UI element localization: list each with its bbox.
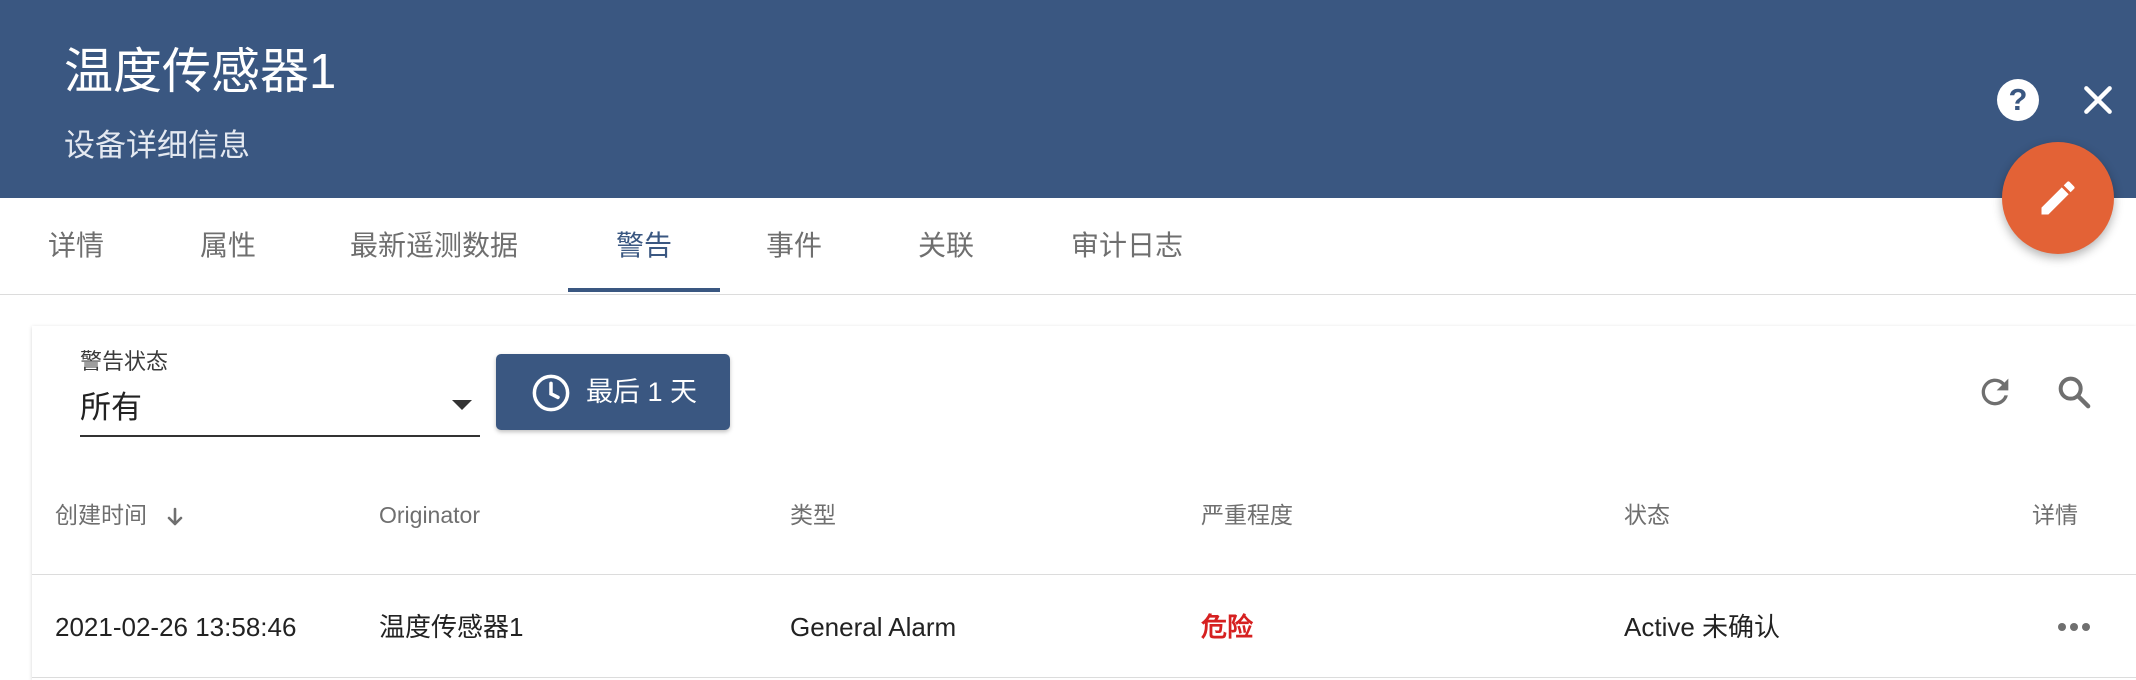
row-divider [32, 677, 2136, 678]
tab-latest-telemetry[interactable]: 最新遥测数据 [334, 198, 534, 294]
tab-alarms[interactable]: 警告 [568, 198, 720, 294]
time-window-label: 最后 1 天 [586, 377, 698, 407]
tab-relations[interactable]: 关联 [900, 198, 992, 294]
tab-events[interactable]: 事件 [748, 198, 840, 294]
page-subtitle: 设备详细信息 [64, 128, 250, 163]
cell-status: Active 未确认 [1624, 612, 1781, 642]
column-header-created-time[interactable]: 创建时间 [55, 498, 187, 532]
row-divider [32, 574, 2136, 575]
page-title: 温度传感器1 [64, 45, 337, 99]
column-header-originator[interactable]: Originator [379, 498, 480, 532]
arrow-down-icon[interactable] [163, 505, 187, 529]
tab-audit-logs[interactable]: 审计日志 [1052, 198, 1202, 294]
dialog-header: 温度传感器1 设备详细信息 ? [0, 0, 2136, 198]
time-window-button[interactable]: 最后 1 天 [496, 354, 730, 430]
active-tab-indicator [568, 288, 720, 292]
search-icon[interactable] [2054, 372, 2094, 412]
tab-attributes[interactable]: 属性 [182, 198, 274, 294]
chevron-down-icon[interactable] [452, 400, 472, 410]
select-underline [80, 435, 480, 437]
column-header-type[interactable]: 类型 [790, 498, 836, 532]
tab-details[interactable]: 详情 [30, 198, 122, 294]
column-header-status[interactable]: 状态 [1624, 498, 1670, 532]
cell-severity: 危险 [1201, 612, 1254, 642]
column-header-label: 创建时间 [55, 502, 147, 528]
alarms-card [32, 326, 2136, 680]
alarm-status-select[interactable]: 所有 [80, 382, 142, 427]
close-icon[interactable] [2078, 80, 2118, 120]
refresh-icon[interactable] [1975, 372, 2015, 412]
cell-created-time: 2021-02-26 13:58:46 [55, 612, 297, 642]
column-header-severity[interactable]: 严重程度 [1201, 498, 1293, 532]
help-icon[interactable]: ? [1997, 79, 2039, 121]
clock-icon [532, 374, 570, 412]
alarm-status-label: 警告状态 [80, 349, 169, 374]
cell-originator: 温度传感器1 [379, 612, 524, 642]
cell-type: General Alarm [790, 612, 957, 642]
column-header-details: 详情 [2032, 502, 2078, 528]
more-horiz-icon[interactable] [2054, 612, 2094, 642]
tab-bar: 详情 属性 最新遥测数据 警告 事件 关联 审计日志 [0, 198, 2136, 295]
